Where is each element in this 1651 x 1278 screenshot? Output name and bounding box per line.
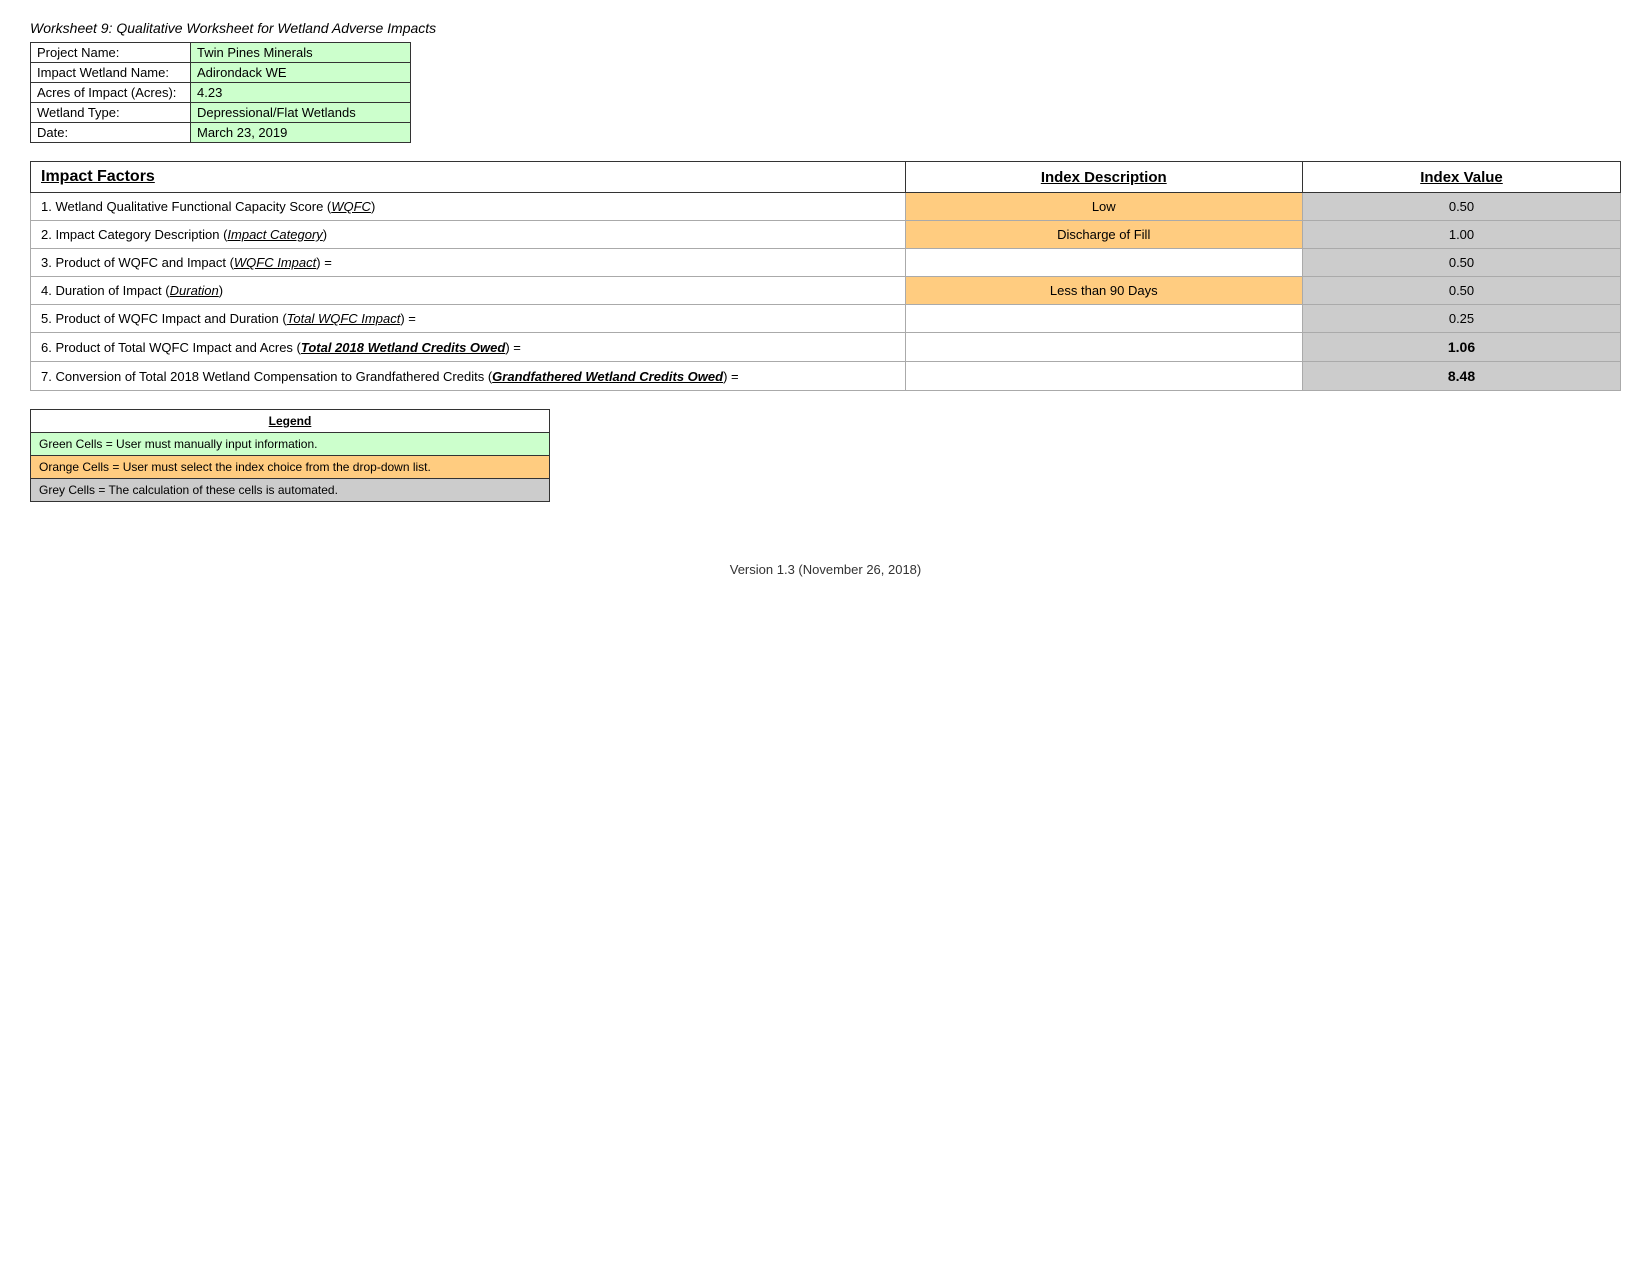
- legend-item-text: Grey Cells = The calculation of these ce…: [31, 479, 550, 502]
- index-value-header: Index Value: [1303, 162, 1621, 193]
- main-row: 5. Product of WQFC Impact and Duration (…: [31, 305, 1621, 333]
- info-label: Project Name:: [31, 43, 191, 63]
- index-desc-cell[interactable]: Discharge of Fill: [905, 221, 1303, 249]
- info-row: Project Name:Twin Pines Minerals: [31, 43, 411, 63]
- info-label: Date:: [31, 123, 191, 143]
- legend-item: Orange Cells = User must select the inde…: [31, 456, 550, 479]
- index-desc-cell[interactable]: Less than 90 Days: [905, 277, 1303, 305]
- version-footer: Version 1.3 (November 26, 2018): [30, 562, 1621, 577]
- index-val-cell: 8.48: [1303, 362, 1621, 391]
- index-val-cell: 0.50: [1303, 277, 1621, 305]
- main-row: 3. Product of WQFC and Impact (WQFC Impa…: [31, 249, 1621, 277]
- legend-item-text: Orange Cells = User must select the inde…: [31, 456, 550, 479]
- info-value: 4.23: [191, 83, 411, 103]
- main-row: 2. Impact Category Description (Impact C…: [31, 221, 1621, 249]
- index-desc-cell[interactable]: Low: [905, 193, 1303, 221]
- index-val-cell: 1.00: [1303, 221, 1621, 249]
- legend-item-text: Green Cells = User must manually input i…: [31, 433, 550, 456]
- info-value: Twin Pines Minerals: [191, 43, 411, 63]
- index-desc-cell: [905, 362, 1303, 391]
- main-row: 1. Wetland Qualitative Functional Capaci…: [31, 193, 1621, 221]
- factor-label-cell: 4. Duration of Impact (Duration): [31, 277, 906, 305]
- info-value: Adirondack WE: [191, 63, 411, 83]
- info-value: March 23, 2019: [191, 123, 411, 143]
- legend-item: Green Cells = User must manually input i…: [31, 433, 550, 456]
- factor-label-cell: 7. Conversion of Total 2018 Wetland Comp…: [31, 362, 906, 391]
- legend-title: Legend: [31, 410, 550, 433]
- info-label: Impact Wetland Name:: [31, 63, 191, 83]
- index-val-cell: 0.50: [1303, 249, 1621, 277]
- worksheet-title: Worksheet 9: Qualitative Worksheet for W…: [30, 20, 1621, 36]
- info-row: Wetland Type:Depressional/Flat Wetlands: [31, 103, 411, 123]
- info-label: Wetland Type:: [31, 103, 191, 123]
- index-val-cell: 0.50: [1303, 193, 1621, 221]
- legend-table: LegendGreen Cells = User must manually i…: [30, 409, 550, 502]
- factor-label-cell: 1. Wetland Qualitative Functional Capaci…: [31, 193, 906, 221]
- info-table: Project Name:Twin Pines MineralsImpact W…: [30, 42, 411, 143]
- main-row: 6. Product of Total WQFC Impact and Acre…: [31, 333, 1621, 362]
- main-row: 7. Conversion of Total 2018 Wetland Comp…: [31, 362, 1621, 391]
- factor-label-cell: 2. Impact Category Description (Impact C…: [31, 221, 906, 249]
- index-desc-cell: [905, 333, 1303, 362]
- info-row: Acres of Impact (Acres):4.23: [31, 83, 411, 103]
- index-val-cell: 1.06: [1303, 333, 1621, 362]
- index-desc-cell: [905, 305, 1303, 333]
- factor-label-cell: 5. Product of WQFC Impact and Duration (…: [31, 305, 906, 333]
- factor-label-cell: 3. Product of WQFC and Impact (WQFC Impa…: [31, 249, 906, 277]
- legend-item: Grey Cells = The calculation of these ce…: [31, 479, 550, 502]
- main-table: Impact Factors Index Description Index V…: [30, 161, 1621, 391]
- index-desc-cell: [905, 249, 1303, 277]
- main-row: 4. Duration of Impact (Duration)Less tha…: [31, 277, 1621, 305]
- info-row: Impact Wetland Name:Adirondack WE: [31, 63, 411, 83]
- info-label: Acres of Impact (Acres):: [31, 83, 191, 103]
- impact-factors-header: Impact Factors: [31, 162, 906, 193]
- index-description-header: Index Description: [905, 162, 1303, 193]
- factor-label-cell: 6. Product of Total WQFC Impact and Acre…: [31, 333, 906, 362]
- info-row: Date:March 23, 2019: [31, 123, 411, 143]
- index-val-cell: 0.25: [1303, 305, 1621, 333]
- info-value: Depressional/Flat Wetlands: [191, 103, 411, 123]
